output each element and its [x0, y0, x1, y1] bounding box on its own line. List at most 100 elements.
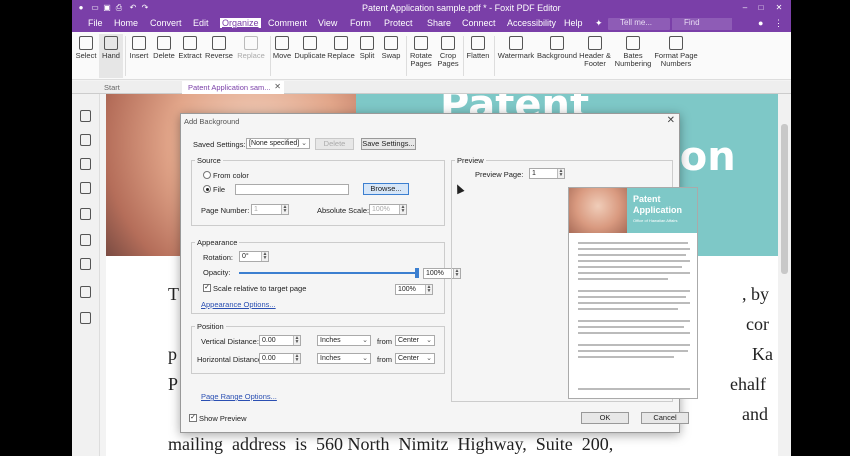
settings-icon[interactable]: ⋮	[774, 18, 783, 29]
stepper-arrows-icon[interactable]: ▲ ▼	[281, 205, 288, 214]
menu-file[interactable]: File	[86, 18, 105, 28]
close-window-icon[interactable]: ✕	[774, 3, 784, 13]
stepper-arrows-icon[interactable]: ▲ ▼	[557, 169, 564, 178]
hand-button[interactable]: Hand	[99, 34, 123, 78]
split-button[interactable]: Split	[356, 34, 378, 78]
redo-icon[interactable]: ↷	[140, 3, 150, 13]
content-icon[interactable]	[80, 234, 91, 246]
rotate-pages-button[interactable]: Rotate Pages	[407, 34, 435, 78]
swap-button[interactable]: Swap	[379, 34, 403, 78]
attachments-icon[interactable]	[80, 208, 91, 220]
dialog-close-icon[interactable]: ✕	[667, 115, 675, 126]
menu-organize[interactable]: Organize	[220, 18, 261, 28]
security-icon[interactable]	[80, 286, 91, 298]
scale-relative-label: Scale relative to target page	[213, 284, 307, 293]
stepper-arrows-icon[interactable]: ▲ ▼	[293, 336, 300, 345]
opacity-slider[interactable]	[239, 268, 419, 278]
menu-edit[interactable]: Edit	[191, 18, 211, 28]
menu-protect[interactable]: Protect	[382, 18, 415, 28]
doc-line-1-right: , by	[742, 284, 769, 304]
menu-comment[interactable]: Comment	[266, 18, 309, 28]
menu-form[interactable]: Form	[348, 18, 373, 28]
menu-home[interactable]: Home	[112, 18, 140, 28]
from-color-radio[interactable]	[203, 171, 211, 179]
scrollbar-thumb[interactable]	[781, 124, 788, 274]
scale-relative-checkbox[interactable]: ✓	[203, 284, 211, 292]
saved-settings-value: [None specified]	[249, 140, 300, 147]
move-button[interactable]: Move	[270, 34, 294, 78]
user-icon[interactable]: ●	[758, 18, 763, 28]
tell-me-input[interactable]: Tell me...	[608, 18, 670, 30]
vertical-unit-select[interactable]: Inches ⌄	[317, 335, 371, 346]
scale-relative-value: 100%	[398, 286, 416, 293]
page-number-input[interactable]: 1 ▲ ▼	[251, 204, 289, 215]
destinations-icon[interactable]	[80, 258, 91, 270]
rotation-input[interactable]: 0° ▲ ▼	[239, 251, 269, 262]
menu-share[interactable]: Share	[425, 18, 453, 28]
background-button[interactable]: Background	[536, 34, 578, 78]
find-input[interactable]: Find	[672, 18, 732, 30]
preview-page-input[interactable]: 1 ▲ ▼	[529, 168, 565, 179]
horizontal-from-select[interactable]: Center ⌄	[395, 353, 435, 364]
doc-line-2-right: cor	[746, 314, 769, 334]
absolute-scale-input[interactable]: 100% ▲ ▼	[369, 204, 407, 215]
bookmark-icon[interactable]	[80, 110, 91, 122]
crop-pages-button[interactable]: Crop Pages	[435, 34, 461, 78]
menu-convert[interactable]: Convert	[148, 18, 184, 28]
stepper-arrows-icon[interactable]: ▲ ▼	[293, 354, 300, 363]
opacity-slider-handle[interactable]	[415, 268, 419, 278]
menu-accessibility[interactable]: Accessibility	[505, 18, 558, 28]
position-group	[191, 326, 445, 374]
delete-button[interactable]: Delete	[152, 34, 176, 78]
file-path-input[interactable]	[235, 184, 349, 195]
stepper-arrows-icon[interactable]: ▲ ▼	[425, 285, 432, 294]
save-icon[interactable]: ▣	[102, 3, 112, 13]
close-tab-icon[interactable]: ✕	[274, 82, 281, 91]
bates-numbering-button[interactable]: Bates Numbering	[614, 34, 652, 78]
menu-help[interactable]: Help	[562, 18, 585, 28]
replace-button[interactable]: Replace	[326, 34, 356, 78]
menu-view[interactable]: View	[316, 18, 339, 28]
format-page-numbers-button[interactable]: Format Page Numbers	[654, 34, 698, 78]
menu-connect[interactable]: Connect	[460, 18, 498, 28]
comments-icon[interactable]	[80, 182, 91, 194]
preview-text-line	[578, 254, 686, 256]
maximize-icon[interactable]: □	[756, 3, 766, 13]
horizontal-distance-input[interactable]: 0.00 ▲ ▼	[259, 353, 301, 364]
cancel-button[interactable]: Cancel	[641, 412, 689, 424]
undo-icon[interactable]: ↶	[128, 3, 138, 13]
hand-label: Hand	[102, 51, 120, 60]
insert-button[interactable]: Insert	[127, 34, 151, 78]
saved-settings-select[interactable]: [None specified] ⌄	[246, 138, 310, 149]
ok-button[interactable]: OK	[581, 412, 629, 424]
page-range-options-link[interactable]: Page Range Options...	[201, 392, 277, 401]
tab-patent-application[interactable]: Patent Application sam... ✕	[182, 81, 284, 94]
horizontal-unit-select[interactable]: Inches ⌄	[317, 353, 371, 364]
save-settings-button[interactable]: Save Settings...	[361, 138, 416, 150]
open-file-icon[interactable]: ▭	[90, 3, 100, 13]
tab-start[interactable]: Start	[98, 81, 178, 94]
insert-label: Insert	[129, 51, 149, 60]
vertical-from-select[interactable]: Center ⌄	[395, 335, 435, 346]
scale-relative-input[interactable]: 100% ▲ ▼	[395, 284, 433, 295]
appearance-options-link[interactable]: Appearance Options...	[201, 300, 276, 309]
minimize-icon[interactable]: –	[740, 3, 750, 13]
vertical-distance-input[interactable]: 0.00 ▲ ▼	[259, 335, 301, 346]
stepper-arrows-icon[interactable]: ▲ ▼	[261, 252, 268, 261]
reverse-button[interactable]: Reverse	[204, 34, 234, 78]
stepper-arrows-icon[interactable]: ▲ ▼	[399, 205, 406, 214]
file-radio[interactable]	[203, 185, 211, 193]
layers-icon[interactable]	[80, 158, 91, 170]
header-footer-button[interactable]: Header & Footer	[578, 34, 612, 78]
extract-button[interactable]: Extract	[176, 34, 204, 78]
show-preview-checkbox[interactable]: ✓	[189, 414, 197, 422]
print-icon[interactable]: ⎙	[114, 3, 124, 13]
select-button[interactable]: Select	[74, 34, 98, 78]
duplicate-button[interactable]: Duplicate	[294, 34, 326, 78]
page-thumbnails-icon[interactable]	[80, 134, 91, 146]
watermark-button[interactable]: Watermark	[496, 34, 536, 78]
vertical-scrollbar[interactable]	[778, 94, 791, 456]
accessibility-tags-icon[interactable]	[80, 312, 91, 324]
browse-button[interactable]: Browse...	[363, 183, 409, 195]
flatten-button[interactable]: Flatten	[464, 34, 492, 78]
